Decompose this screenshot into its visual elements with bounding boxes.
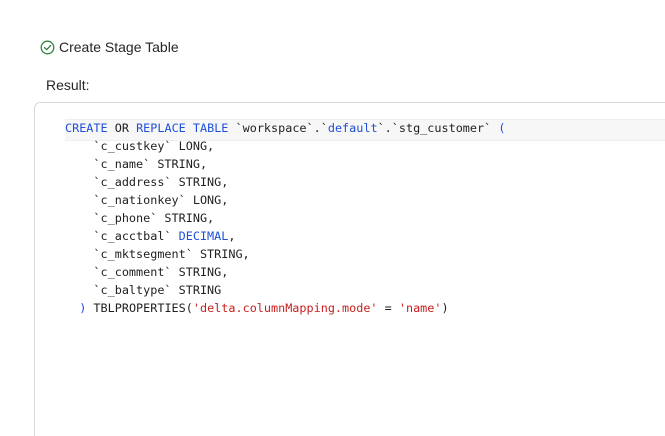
task-header: Create Stage Table	[40, 38, 179, 56]
code-token: `c_custkey` LONG,	[65, 139, 215, 153]
code-token: 'name'	[398, 301, 442, 315]
code-line: `c_baltype` STRING	[65, 281, 505, 299]
code-line: CREATE OR REPLACE TABLE `workspace`.`def…	[65, 119, 505, 137]
code-line: `c_custkey` LONG,	[65, 137, 505, 155]
check-circle-icon	[40, 40, 55, 55]
code-token: default	[327, 121, 378, 135]
code-line: `c_name` STRING,	[65, 155, 505, 173]
code-token: `c_nationkey` LONG,	[65, 193, 229, 207]
code-line: ) TBLPROPERTIES('delta.columnMapping.mod…	[65, 299, 505, 317]
code-token: `c_baltype` STRING	[65, 283, 222, 297]
code-token: `c_comment` STRING,	[65, 265, 229, 279]
code-token: `c_name` STRING,	[65, 157, 208, 171]
code-token: TBLPROPERTIES(	[86, 301, 193, 315]
code-token: `c_acctbal`	[65, 229, 179, 243]
code-token: ,	[228, 229, 236, 243]
code-token: 'delta.columnMapping.mode'	[192, 301, 378, 315]
code-token: TABLE	[192, 121, 229, 135]
code-line: `c_comment` STRING,	[65, 263, 505, 281]
code-line: `c_address` STRING,	[65, 173, 505, 191]
code-line: `c_phone` STRING,	[65, 209, 505, 227]
code-line: `c_acctbal` DECIMAL,	[65, 227, 505, 245]
sql-code-block[interactable]: CREATE OR REPLACE TABLE `workspace`.`def…	[65, 119, 505, 317]
code-line: `c_nationkey` LONG,	[65, 191, 505, 209]
code-token: CREATE	[65, 121, 108, 135]
code-token: (	[498, 121, 506, 135]
code-token: `workspace`.`	[228, 121, 328, 135]
code-token: `c_mktsegment` STRING,	[65, 247, 250, 261]
code-token: REPLACE	[136, 121, 186, 135]
code-line: `c_mktsegment` STRING,	[65, 245, 505, 263]
code-token: =	[377, 301, 399, 315]
code-token: )	[441, 301, 449, 315]
code-token: `c_address` STRING,	[65, 175, 229, 189]
code-token: `c_phone` STRING,	[65, 211, 215, 225]
code-token: `.`stg_customer`	[377, 121, 499, 135]
result-label: Result:	[46, 77, 90, 93]
code-token: DECIMAL	[178, 229, 229, 243]
task-title: Create Stage Table	[59, 39, 179, 55]
code-token: OR	[114, 121, 129, 135]
